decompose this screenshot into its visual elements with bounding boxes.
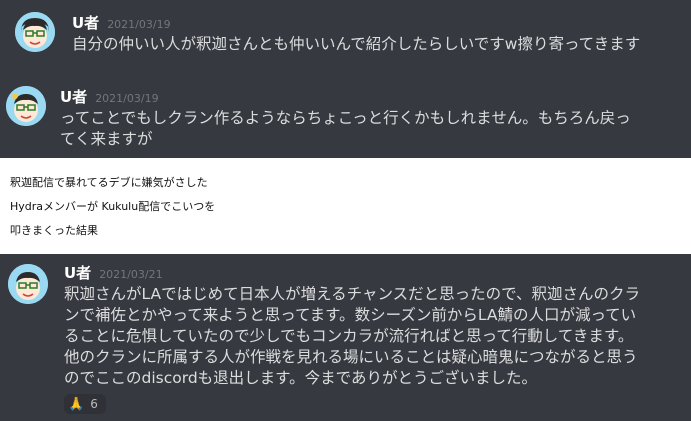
note-line: 釈迦配信で暴れてるデブに嫌気がさした: [10, 176, 208, 189]
timestamp: 2021/03/21: [99, 268, 163, 281]
username[interactable]: U者: [60, 88, 87, 106]
avatar[interactable]: [6, 86, 46, 126]
folded-hands-icon: 🙏: [68, 396, 85, 412]
username[interactable]: U者: [64, 264, 91, 282]
note-line: Hydraメンバーが Kukulu配信でこいつを: [10, 200, 216, 213]
message-text: ってことでもしクラン作るようならちょこっと行くかもしれません。もちろん戻っ てく…: [60, 109, 631, 148]
avatar[interactable]: [8, 264, 48, 304]
message-header: U者 2021/03/19: [60, 86, 159, 107]
note-line: 叩きまくった結果: [10, 224, 98, 237]
timestamp: 2021/03/19: [95, 92, 159, 105]
message-text: 自分の仲いい人が釈迦さんとも仲いいんで紹介したらしいですw擦り寄ってきます: [72, 35, 641, 53]
message-header: U者 2021/03/19: [72, 12, 171, 33]
timestamp: 2021/03/19: [107, 18, 171, 31]
avatar[interactable]: [15, 12, 55, 52]
reaction-count: 6: [90, 397, 98, 411]
message-text: 釈迦さんがLAではじめて日本人が増えるチャンスだと思ったので、釈迦さんのクラ ン…: [64, 285, 641, 387]
annotation-note: 釈迦配信で暴れてるデブに嫌気がさした Hydraメンバーが Kukulu配信でこ…: [0, 158, 691, 400]
chat-panel-top: U者 2021/03/19 自分の仲いい人が釈迦さんとも仲いいんで紹介したらしいで…: [0, 0, 691, 158]
username[interactable]: U者: [72, 14, 99, 32]
message-header: U者 2021/03/21: [64, 262, 163, 283]
message-1[interactable]: U者 2021/03/19 自分の仲いい人が釈迦さんとも仲いいんで紹介したらしいで…: [0, 0, 691, 62]
reaction-button[interactable]: 🙏 6: [64, 394, 106, 414]
message-2[interactable]: U者 2021/03/19 ってことでもしクラン作るようならちょこっと行くかもしれ…: [0, 78, 691, 158]
